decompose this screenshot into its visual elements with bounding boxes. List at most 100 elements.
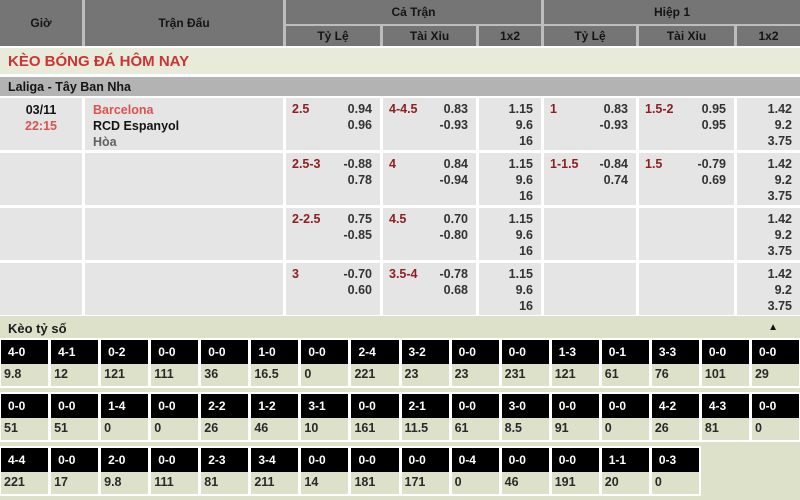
score-cell[interactable]: 0-0231 xyxy=(502,340,549,386)
score-cell[interactable]: 3-4211 xyxy=(251,448,298,494)
score-odds-value: 111 xyxy=(151,364,198,386)
score-cell[interactable]: 3-223 xyxy=(402,340,449,386)
score-cell[interactable]: 0-00 xyxy=(151,394,198,440)
col-header-ft-handicap: Tỷ Lệ xyxy=(286,26,380,46)
score-cell[interactable]: 0-029 xyxy=(752,340,799,386)
score-cell[interactable]: 0-0191 xyxy=(552,448,599,494)
score-cell[interactable]: 4-112 xyxy=(51,340,98,386)
score-cell[interactable]: 0-2121 xyxy=(101,340,148,386)
score-cell[interactable]: 2-111.5 xyxy=(402,394,449,440)
correct-score-title: Kèo tỷ số ▲ xyxy=(0,316,800,340)
score-label: 1-2 xyxy=(251,394,298,418)
score-odds-value: 171 xyxy=(402,472,449,494)
score-cell[interactable]: 3-376 xyxy=(652,340,699,386)
ft-handicap-cell[interactable]: 2.50.940.96 xyxy=(286,98,380,150)
score-label: 3-2 xyxy=(402,340,449,364)
score-cell[interactable]: 0-00 xyxy=(301,340,348,386)
score-cell[interactable]: 0-161 xyxy=(602,340,649,386)
score-cell[interactable]: 1-016.5 xyxy=(251,340,298,386)
score-cell[interactable]: 3-08.5 xyxy=(502,394,549,440)
score-cell[interactable]: 0-0171 xyxy=(402,448,449,494)
score-cell[interactable]: 1-246 xyxy=(251,394,298,440)
1x2-value-2: 9.2 xyxy=(775,172,792,188)
ft-overunder-cell[interactable]: 4-4.50.83-0.93 xyxy=(383,98,476,150)
ft-handicap-cell[interactable]: 2.5-3-0.880.78 xyxy=(286,153,380,205)
1x2-value-1: 1.42 xyxy=(768,101,792,117)
score-label: 0-2 xyxy=(101,340,148,364)
score-cell[interactable]: 4-4221 xyxy=(1,448,48,494)
h1-overunder-cell[interactable]: 1.5-0.790.69 xyxy=(639,153,734,205)
match-cell xyxy=(85,263,283,315)
ft-overunder-cell[interactable]: 3.5-4-0.780.68 xyxy=(383,263,476,315)
ft-1x2-cell[interactable]: 1.159.616 xyxy=(479,263,541,315)
collapse-section-icon[interactable]: ▲ xyxy=(768,322,778,333)
ft-1x2-cell[interactable]: 1.159.616 xyxy=(479,98,541,150)
h1-overunder-cell[interactable]: 1.5-20.950.95 xyxy=(639,98,734,150)
h1-handicap-cell[interactable]: 1-1.5-0.840.74 xyxy=(544,153,636,205)
score-cell[interactable]: 0-017 xyxy=(51,448,98,494)
odds-value-bottom: 0.74 xyxy=(604,172,628,188)
score-label: 3-3 xyxy=(652,340,699,364)
1x2-value-2: 9.2 xyxy=(775,282,792,298)
odds-value-bottom: 0.60 xyxy=(348,282,372,298)
score-cell[interactable]: 2-4221 xyxy=(351,340,398,386)
ft-overunder-cell[interactable]: 40.84-0.94 xyxy=(383,153,476,205)
score-label: 3-0 xyxy=(502,394,549,418)
h1-1x2-cell[interactable]: 1.429.23.75 xyxy=(737,98,800,150)
score-cell[interactable]: 0-014 xyxy=(301,448,348,494)
score-cell[interactable]: 0-051 xyxy=(51,394,98,440)
h1-1x2-cell[interactable]: 1.429.23.75 xyxy=(737,153,800,205)
score-cell[interactable]: 0-051 xyxy=(1,394,48,440)
score-odds-value: 0 xyxy=(301,364,348,386)
score-cell[interactable]: 2-09.8 xyxy=(101,448,148,494)
score-label: 4-1 xyxy=(51,340,98,364)
score-odds-value: 91 xyxy=(552,418,599,440)
score-cell[interactable]: 0-023 xyxy=(452,340,499,386)
ft-overunder-cell[interactable]: 4.50.70-0.80 xyxy=(383,208,476,260)
score-cell[interactable]: 1-40 xyxy=(101,394,148,440)
score-cell[interactable]: 0-0101 xyxy=(702,340,749,386)
score-label: 4-4 xyxy=(1,448,48,472)
1x2-value-3: 3.75 xyxy=(768,188,792,204)
score-cell[interactable]: 0-061 xyxy=(452,394,499,440)
score-cell[interactable]: 4-09.8 xyxy=(1,340,48,386)
odds-value-bottom: -0.94 xyxy=(440,172,469,188)
score-label: 0-0 xyxy=(452,340,499,364)
odds-value-top: -0.70 xyxy=(344,266,373,282)
ft-1x2-cell[interactable]: 1.159.616 xyxy=(479,153,541,205)
score-cell[interactable]: 3-110 xyxy=(301,394,348,440)
odds-values: -0.840.74 xyxy=(600,156,629,205)
score-cell[interactable]: 4-226 xyxy=(652,394,699,440)
score-cell[interactable]: 2-226 xyxy=(201,394,248,440)
score-cell[interactable]: 4-381 xyxy=(702,394,749,440)
h1-handicap-cell[interactable]: 10.83-0.93 xyxy=(544,98,636,150)
score-cell[interactable]: 1-3121 xyxy=(552,340,599,386)
score-cell[interactable]: 0-00 xyxy=(602,394,649,440)
score-cell[interactable]: 0-091 xyxy=(552,394,599,440)
score-cell[interactable]: 0-00 xyxy=(752,394,799,440)
ft-handicap-cell[interactable]: 3-0.700.60 xyxy=(286,263,380,315)
score-cell[interactable]: 0-40 xyxy=(452,448,499,494)
time-cell xyxy=(0,208,82,260)
ft-1x2-cell[interactable]: 1.159.616 xyxy=(479,208,541,260)
score-cell[interactable]: 0-036 xyxy=(201,340,248,386)
score-cell[interactable]: 2-381 xyxy=(201,448,248,494)
score-cell[interactable]: 0-046 xyxy=(502,448,549,494)
score-cell[interactable]: 0-0181 xyxy=(351,448,398,494)
match-cell: BarcelonaRCD EspanyolHòa xyxy=(85,98,283,150)
score-odds-value: 36 xyxy=(201,364,248,386)
odds-values: -0.880.78 xyxy=(344,156,373,205)
col-header-h1-1x2: 1x2 xyxy=(737,26,800,46)
score-cell[interactable]: 0-0111 xyxy=(151,448,198,494)
ft-handicap-cell[interactable]: 2-2.50.75-0.85 xyxy=(286,208,380,260)
away-team-name: RCD Espanyol xyxy=(93,118,283,134)
score-cell[interactable]: 0-30 xyxy=(652,448,699,494)
h1-1x2-cell[interactable]: 1.429.23.75 xyxy=(737,208,800,260)
1x2-value-3: 16 xyxy=(519,133,533,149)
score-cell[interactable]: 0-0111 xyxy=(151,340,198,386)
score-cell[interactable]: 1-120 xyxy=(602,448,649,494)
score-row: 0-0510-0511-400-002-2261-2463-1100-01612… xyxy=(0,394,800,440)
h1-1x2-cell[interactable]: 1.429.23.75 xyxy=(737,263,800,315)
score-cell[interactable]: 0-0161 xyxy=(351,394,398,440)
odds-value-top: -0.79 xyxy=(698,156,727,172)
